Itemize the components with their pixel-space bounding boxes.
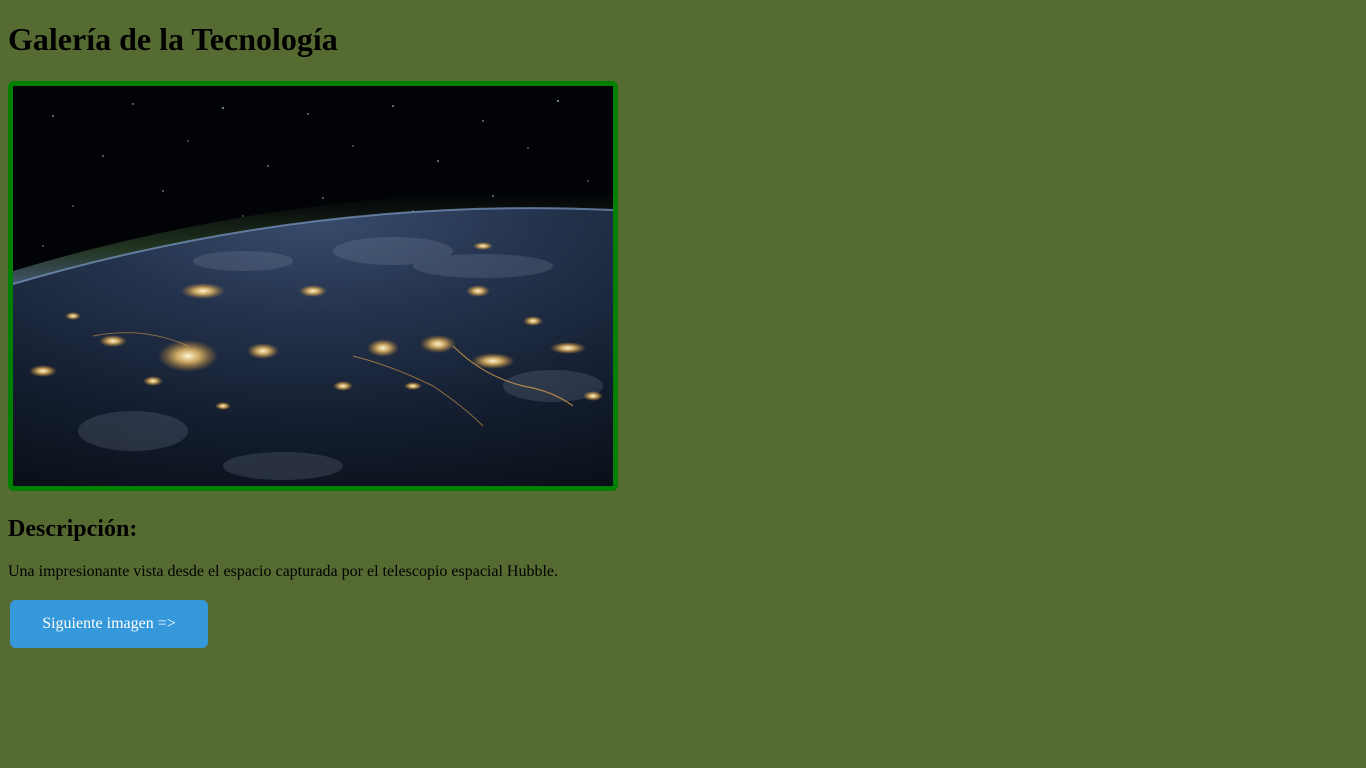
description-text: Una impresionante vista desde el espacio… bbox=[8, 563, 559, 580]
gallery-image bbox=[13, 86, 613, 486]
description-heading: Descripción: bbox=[8, 516, 138, 542]
next-image-button[interactable]: Siguiente imagen => bbox=[10, 600, 208, 648]
gallery-image-frame bbox=[8, 81, 618, 491]
gallery-page: Galería de la Tecnología Descripción: Un… bbox=[0, 21, 1366, 648]
page-title: Galería de la Tecnología bbox=[8, 21, 338, 57]
